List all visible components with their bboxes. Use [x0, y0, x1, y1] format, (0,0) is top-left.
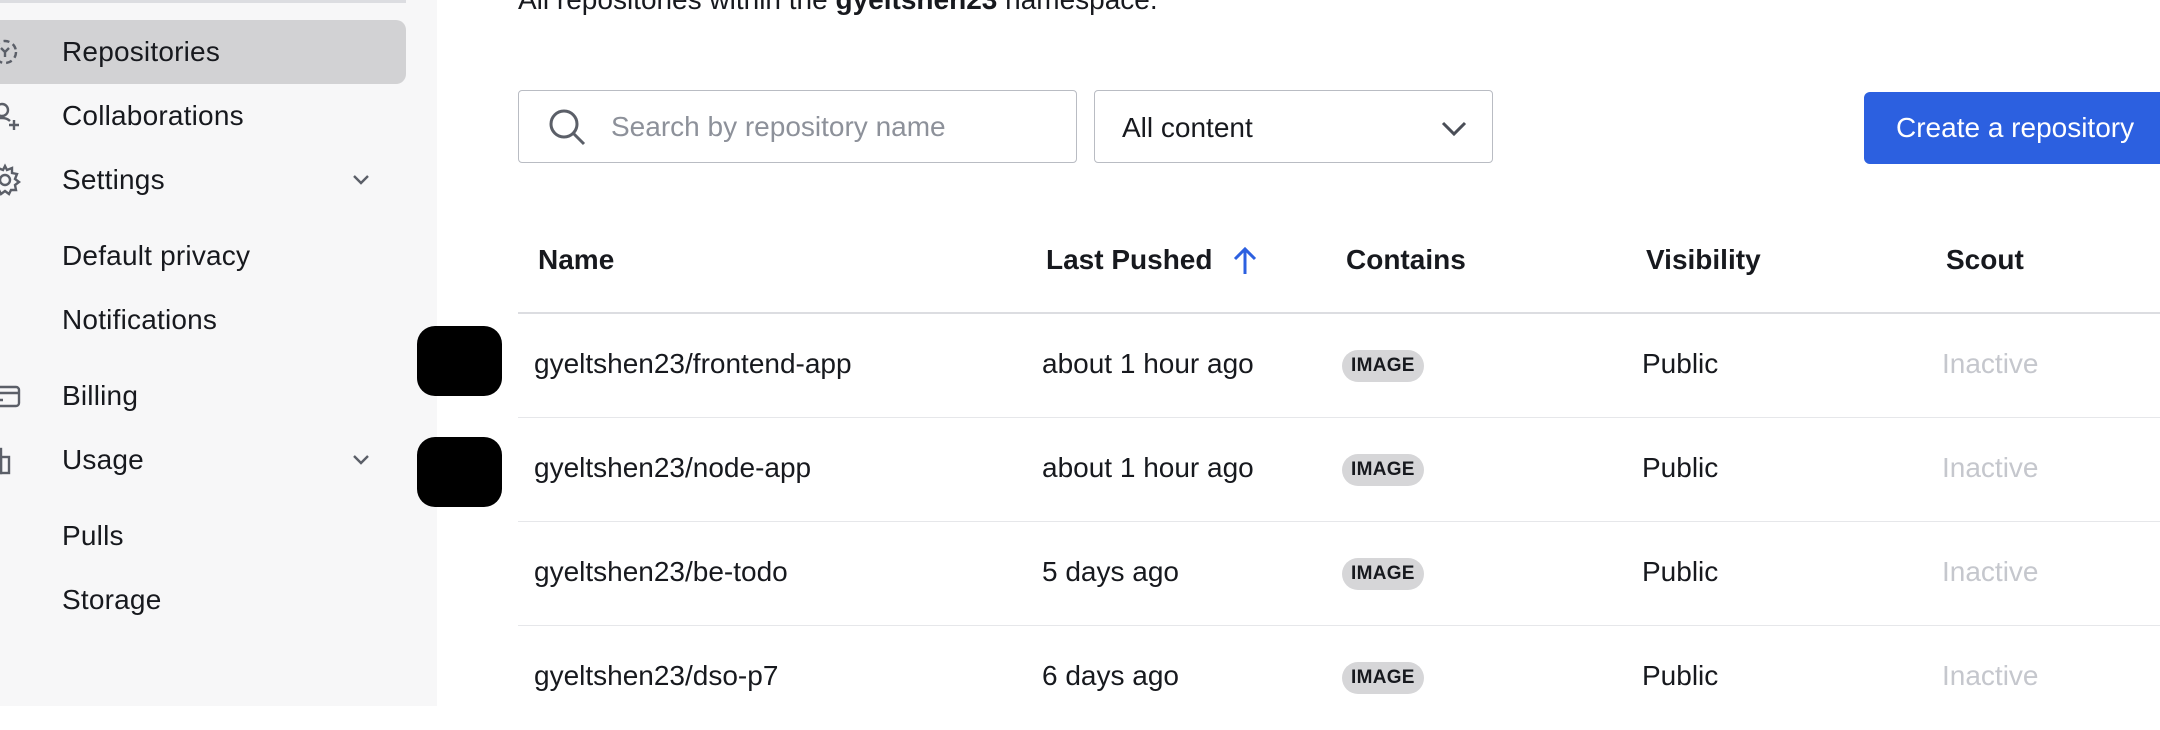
table-row[interactable]: gyeltshen23/frontend-app about 1 hour ag…	[518, 314, 2160, 418]
repository-name-link[interactable]: gyeltshen23/be-todo	[534, 556, 788, 588]
visibility-value: Public	[1642, 556, 1719, 587]
search-box[interactable]	[518, 90, 1077, 163]
contains-badge: IMAGE	[1342, 454, 1424, 486]
sidebar-item-default-privacy[interactable]: Default privacy	[0, 224, 406, 288]
chevron-down-icon	[1441, 121, 1467, 137]
sidebar-item-settings[interactable]: Settings	[0, 148, 406, 212]
bar-chart-icon	[0, 447, 11, 475]
sidebar-item-label: Repositories	[62, 36, 221, 67]
redacted-overlay	[417, 326, 502, 396]
sidebar-item-label: Billing	[62, 380, 139, 411]
collaborators-icon	[0, 102, 19, 130]
column-header-name[interactable]: Name	[538, 244, 614, 276]
visibility-value: Public	[1642, 452, 1719, 483]
sidebar-item-usage[interactable]: Usage	[0, 428, 406, 492]
subtitle-prefix: All repositories within the	[518, 0, 835, 15]
scout-status: Inactive	[1942, 348, 2039, 379]
last-pushed-value: about 1 hour ago	[1042, 348, 1254, 379]
scout-status: Inactive	[1942, 556, 2039, 587]
sidebar-item-label: Settings	[62, 164, 165, 195]
card-icon	[0, 385, 21, 408]
namespace-name: gyeltshen23	[835, 0, 997, 15]
scout-status: Inactive	[1942, 452, 2039, 483]
repository-name-link[interactable]: gyeltshen23/dso-p7	[534, 660, 778, 692]
last-pushed-value: about 1 hour ago	[1042, 452, 1254, 483]
gear-icon	[0, 163, 21, 196]
sidebar-item-collaborations[interactable]: Collaborations	[0, 84, 406, 148]
filter-selected-value: All content	[1122, 112, 1253, 143]
sidebar-item-label: Collaborations	[62, 100, 244, 131]
sidebar-divider	[0, 0, 406, 3]
sidebar-item-billing[interactable]: Billing	[0, 364, 406, 428]
sidebar: Repositories Collaborations Settings Def…	[0, 0, 437, 706]
search-icon	[549, 109, 586, 146]
column-header-scout: Scout	[1946, 244, 2024, 275]
arrow-up-icon[interactable]	[1228, 244, 1262, 278]
contains-badge: IMAGE	[1342, 350, 1424, 382]
sidebar-item-pulls[interactable]: Pulls	[0, 504, 406, 568]
redacted-overlay	[417, 437, 502, 507]
sidebar-item-storage[interactable]: Storage	[0, 568, 406, 632]
scout-status: Inactive	[1942, 660, 2039, 691]
column-header-visibility: Visibility	[1646, 244, 1761, 275]
column-header-last-pushed[interactable]: Last Pushed	[1046, 244, 1212, 276]
table-row[interactable]: gyeltshen23/be-todo 5 days ago IMAGE Pub…	[518, 522, 2160, 626]
column-header-contains: Contains	[1346, 244, 1466, 275]
last-pushed-value: 5 days ago	[1042, 556, 1179, 587]
contains-badge: IMAGE	[1342, 662, 1424, 694]
subtitle-suffix: namespace.	[997, 0, 1158, 15]
sidebar-item-notifications[interactable]: Notifications	[0, 288, 406, 352]
visibility-value: Public	[1642, 348, 1719, 379]
chevron-down-icon[interactable]	[347, 446, 375, 474]
visibility-value: Public	[1642, 660, 1719, 691]
sidebar-item-label: Pulls	[62, 520, 124, 551]
content-filter-select[interactable]: All content	[1094, 90, 1493, 163]
chevron-down-icon[interactable]	[347, 166, 375, 194]
sidebar-item-label: Usage	[62, 444, 144, 475]
table-row[interactable]: gyeltshen23/node-app about 1 hour ago IM…	[518, 418, 2160, 522]
table-header	[518, 220, 2160, 314]
table-row[interactable]: gyeltshen23/dso-p7 6 days ago IMAGE Publ…	[518, 626, 2160, 730]
sidebar-item-label: Default privacy	[62, 240, 251, 271]
repository-icon	[0, 39, 18, 65]
last-pushed-value: 6 days ago	[1042, 660, 1179, 691]
contains-badge: IMAGE	[1342, 558, 1424, 590]
repository-name-link[interactable]: gyeltshen23/frontend-app	[534, 348, 852, 380]
sidebar-item-repositories[interactable]: Repositories	[0, 20, 406, 84]
sidebar-item-label: Storage	[62, 584, 162, 615]
search-input[interactable]	[609, 91, 1053, 163]
sidebar-item-label: Notifications	[62, 304, 218, 335]
page-subtitle: All repositories within the gyeltshen23 …	[518, 0, 1158, 16]
create-repository-label: Create a repository	[1896, 112, 2135, 143]
repository-name-link[interactable]: gyeltshen23/node-app	[534, 452, 811, 484]
create-repository-button[interactable]: Create a repository	[1864, 92, 2160, 164]
